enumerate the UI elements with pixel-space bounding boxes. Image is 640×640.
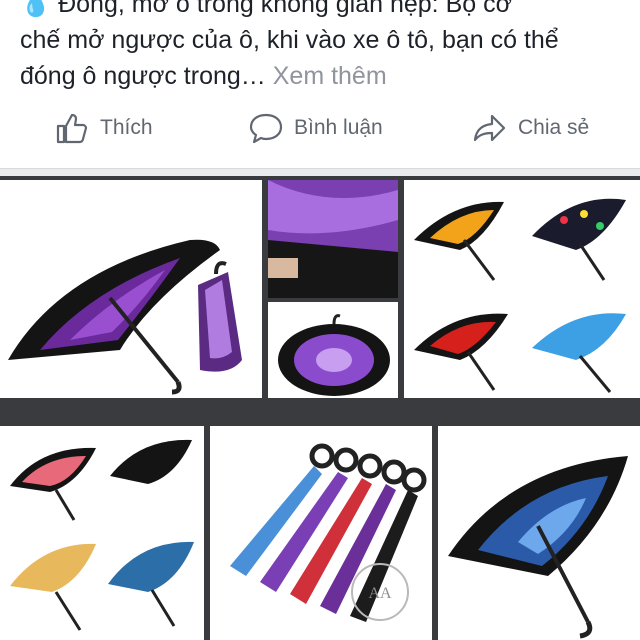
photo-four-umbrellas[interactable] <box>404 180 640 398</box>
post-line-3: đóng ô ngược trong… Xem thêm <box>20 62 387 90</box>
share-arrow-icon <box>473 114 506 142</box>
share-label: Chia sẻ <box>518 116 590 139</box>
comment-label: Bình luận <box>294 116 383 139</box>
post-line-1: 💧 Đóng, mở ô trong không gian hẹp: Bộ cơ <box>20 0 630 22</box>
photo-purple-top[interactable] <box>268 302 398 398</box>
closed-umbrellas-illustration: AA <box>230 443 427 622</box>
four-umbrellas-illustration <box>414 198 626 393</box>
like-button[interactable]: Thích <box>54 100 153 156</box>
see-more-link[interactable]: Xem thêm <box>273 62 387 90</box>
share-button[interactable]: Chia sẻ <box>472 100 589 156</box>
purple-umbrella-illustration <box>8 239 242 395</box>
water-drop-icon: 💧 <box>20 0 52 18</box>
patterned-umbrellas-illustration <box>10 439 194 631</box>
thumbs-up-icon <box>56 113 88 144</box>
photo-patterned-umbrellas[interactable] <box>0 426 204 640</box>
photo-purple-umbrella[interactable] <box>0 180 262 398</box>
photo-blue-umbrella[interactable] <box>438 426 640 640</box>
blue-umbrella-illustration <box>448 456 628 639</box>
photo-purple-closeup[interactable] <box>268 180 398 298</box>
post-line-2: chế mở ngược của ô, khi vào xe ô tô, bạn… <box>20 26 559 54</box>
like-label: Thích <box>100 116 153 139</box>
post-card: 💧 Đóng, mở ô trong không gian hẹp: Bộ cơ… <box>0 0 640 169</box>
watermark-text: AA <box>368 585 392 602</box>
photo-gallery: AA <box>0 176 640 640</box>
post-actions: Thích Bình luận Chia sẻ <box>0 100 640 156</box>
comment-button[interactable]: Bình luận <box>248 100 383 156</box>
speech-bubble-icon <box>249 113 283 144</box>
photo-closed-umbrellas[interactable]: AA <box>210 426 432 640</box>
purple-top-illustration <box>278 314 390 396</box>
purple-closeup-illustration <box>268 180 398 298</box>
post-text: 💧 Đóng, mở ô trong không gian hẹp: Bộ cơ… <box>20 0 630 94</box>
